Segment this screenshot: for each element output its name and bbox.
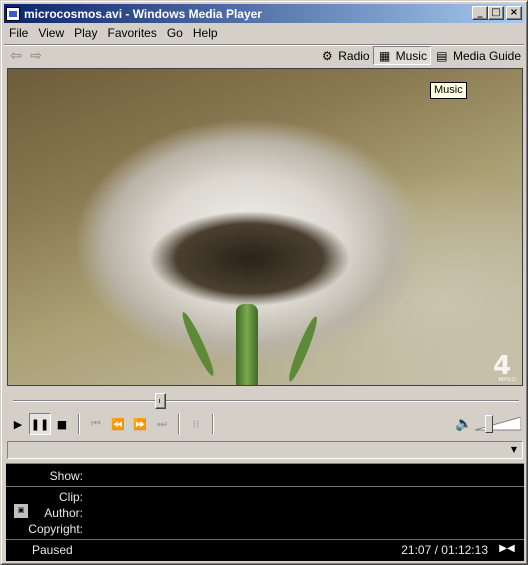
- separator: [212, 414, 214, 434]
- info-divider: [6, 486, 524, 487]
- rewind-button[interactable]: ⏪: [107, 413, 129, 435]
- close-button[interactable]: ×: [506, 6, 522, 20]
- navigation-toolbar: ⇦ ⇨ ⚙ Radio ▦ Music ▤ Media Guide: [4, 44, 524, 66]
- menu-help[interactable]: Help: [188, 24, 223, 42]
- pause-button[interactable]: ❚❚: [29, 413, 51, 435]
- volume-wedge: [475, 417, 521, 431]
- speaker-icon[interactable]: 🔈: [453, 416, 475, 432]
- network-status-icon: ▶◀: [499, 543, 515, 554]
- copyright-row: Copyright:: [6, 521, 524, 537]
- menu-favorites[interactable]: Favorites: [102, 24, 161, 42]
- clip-row: Clip:: [6, 489, 524, 505]
- seek-track[interactable]: [13, 400, 519, 402]
- copyright-label: Copyright:: [28, 522, 83, 536]
- media-guide-label: Media Guide: [452, 48, 521, 63]
- window-title: microcosmos.avi - Windows Media Player: [24, 6, 262, 21]
- preview-button[interactable]: ⁞⁞: [185, 413, 207, 435]
- minimize-button[interactable]: _: [472, 6, 488, 20]
- author-row: Author:: [6, 505, 524, 521]
- clip-properties-icon[interactable]: ▣: [14, 504, 28, 518]
- music-icon: ▦: [378, 48, 391, 63]
- music-button[interactable]: ▦ Music: [372, 46, 431, 65]
- title-bar[interactable]: microcosmos.avi - Windows Media Player _…: [4, 4, 524, 23]
- media-guide-icon: ▤: [436, 48, 448, 63]
- video-display[interactable]: Music 4 MPEG: [7, 68, 523, 386]
- menu-go[interactable]: Go: [162, 24, 188, 42]
- video-stem-shape: [236, 304, 258, 385]
- separator: [78, 414, 80, 434]
- fast-forward-button[interactable]: ⏩: [129, 413, 151, 435]
- status-text: Paused: [32, 543, 73, 557]
- info-divider: [6, 539, 524, 540]
- seek-thumb[interactable]: [154, 393, 166, 409]
- radio-label: Radio: [338, 48, 370, 63]
- stop-button[interactable]: ■: [51, 413, 73, 435]
- video-frame-dandelion: [8, 69, 522, 385]
- media-player-app-icon[interactable]: [6, 6, 20, 21]
- menu-bar: File View Play Favorites Go Help: [4, 24, 524, 42]
- clip-info-pane: Show: Clip: Author: Copyright: ▣ Paused …: [6, 463, 524, 561]
- playlist-dropdown[interactable]: ▼: [7, 441, 523, 459]
- radio-button[interactable]: ⚙ Radio: [316, 46, 372, 65]
- media-player-window: microcosmos.avi - Windows Media Player _…: [0, 0, 528, 565]
- tooltip: Music: [430, 82, 467, 99]
- maximize-button[interactable]: □: [488, 6, 504, 20]
- chevron-down-icon[interactable]: ▼: [507, 443, 521, 457]
- playback-controls: ▶ ❚❚ ■ ⏮ ⏪ ⏩ ⏭ ⁞⁞ 🔈: [7, 412, 523, 436]
- forward-arrow-icon[interactable]: ⇨: [26, 47, 46, 65]
- time-display: 21:07 / 01:12:13: [401, 543, 488, 557]
- radio-icon: ⚙: [321, 48, 333, 63]
- show-label: Show:: [49, 469, 83, 483]
- next-button[interactable]: ⏭: [151, 413, 173, 435]
- seek-bar[interactable]: [7, 392, 523, 410]
- menu-file[interactable]: File: [4, 24, 33, 42]
- menu-play[interactable]: Play: [69, 24, 102, 42]
- show-row: Show:: [6, 468, 524, 484]
- channel-logo-sub: MPEG: [498, 377, 516, 383]
- menu-view[interactable]: View: [33, 24, 69, 42]
- media-guide-button[interactable]: ▤ Media Guide: [431, 46, 524, 65]
- play-button[interactable]: ▶: [7, 413, 29, 435]
- back-arrow-icon[interactable]: ⇦: [6, 47, 26, 65]
- music-label: Music: [395, 48, 427, 63]
- separator: [178, 414, 180, 434]
- window-controls: _ □ ×: [472, 6, 522, 20]
- volume-slider[interactable]: [475, 414, 521, 434]
- volume-thumb[interactable]: [484, 415, 493, 433]
- clip-label: Clip:: [58, 490, 83, 504]
- previous-button[interactable]: ⏮: [85, 413, 107, 435]
